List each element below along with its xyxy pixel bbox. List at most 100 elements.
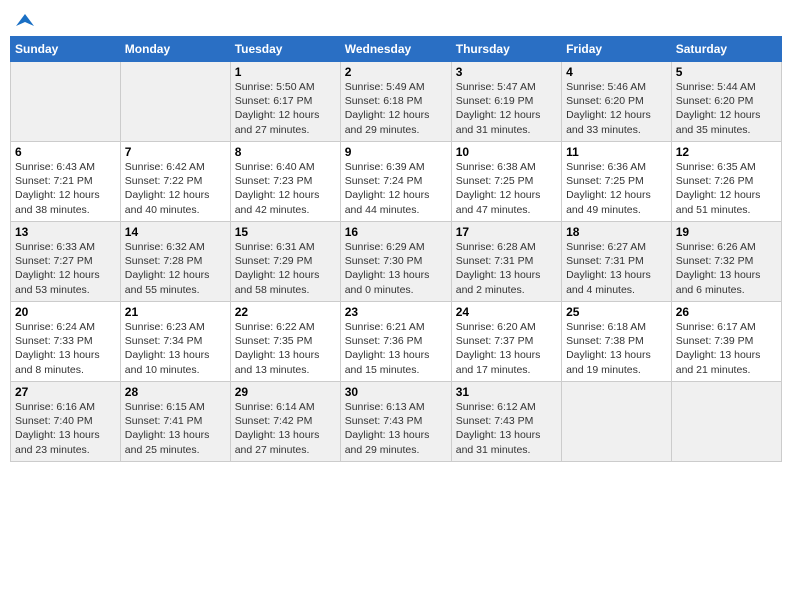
calendar-cell: 7Sunrise: 6:42 AM Sunset: 7:22 PM Daylig… — [120, 142, 230, 222]
day-info: Sunrise: 6:23 AM Sunset: 7:34 PM Dayligh… — [125, 320, 226, 377]
calendar-week-4: 20Sunrise: 6:24 AM Sunset: 7:33 PM Dayli… — [11, 302, 782, 382]
day-number: 2 — [345, 65, 447, 79]
calendar-cell: 16Sunrise: 6:29 AM Sunset: 7:30 PM Dayli… — [340, 222, 451, 302]
day-info: Sunrise: 6:42 AM Sunset: 7:22 PM Dayligh… — [125, 160, 226, 217]
day-info: Sunrise: 5:49 AM Sunset: 6:18 PM Dayligh… — [345, 80, 447, 137]
calendar-cell: 14Sunrise: 6:32 AM Sunset: 7:28 PM Dayli… — [120, 222, 230, 302]
logo-bird-icon — [16, 12, 34, 30]
calendar-cell: 17Sunrise: 6:28 AM Sunset: 7:31 PM Dayli… — [451, 222, 561, 302]
calendar-table: SundayMondayTuesdayWednesdayThursdayFrid… — [10, 36, 782, 462]
calendar-cell — [11, 62, 121, 142]
day-info: Sunrise: 6:12 AM Sunset: 7:43 PM Dayligh… — [456, 400, 557, 457]
calendar-cell: 11Sunrise: 6:36 AM Sunset: 7:25 PM Dayli… — [562, 142, 672, 222]
day-info: Sunrise: 6:21 AM Sunset: 7:36 PM Dayligh… — [345, 320, 447, 377]
calendar-cell: 27Sunrise: 6:16 AM Sunset: 7:40 PM Dayli… — [11, 382, 121, 462]
calendar-cell: 9Sunrise: 6:39 AM Sunset: 7:24 PM Daylig… — [340, 142, 451, 222]
calendar-cell: 6Sunrise: 6:43 AM Sunset: 7:21 PM Daylig… — [11, 142, 121, 222]
day-number: 12 — [676, 145, 777, 159]
day-info: Sunrise: 6:14 AM Sunset: 7:42 PM Dayligh… — [235, 400, 336, 457]
day-number: 25 — [566, 305, 667, 319]
header-monday: Monday — [120, 37, 230, 62]
day-number: 16 — [345, 225, 447, 239]
calendar-cell: 23Sunrise: 6:21 AM Sunset: 7:36 PM Dayli… — [340, 302, 451, 382]
day-info: Sunrise: 6:16 AM Sunset: 7:40 PM Dayligh… — [15, 400, 116, 457]
calendar-cell: 28Sunrise: 6:15 AM Sunset: 7:41 PM Dayli… — [120, 382, 230, 462]
calendar-cell: 19Sunrise: 6:26 AM Sunset: 7:32 PM Dayli… — [671, 222, 781, 302]
day-info: Sunrise: 6:29 AM Sunset: 7:30 PM Dayligh… — [345, 240, 447, 297]
calendar-cell: 18Sunrise: 6:27 AM Sunset: 7:31 PM Dayli… — [562, 222, 672, 302]
header-wednesday: Wednesday — [340, 37, 451, 62]
day-number: 14 — [125, 225, 226, 239]
day-info: Sunrise: 6:22 AM Sunset: 7:35 PM Dayligh… — [235, 320, 336, 377]
day-number: 21 — [125, 305, 226, 319]
calendar-cell: 30Sunrise: 6:13 AM Sunset: 7:43 PM Dayli… — [340, 382, 451, 462]
day-info: Sunrise: 6:13 AM Sunset: 7:43 PM Dayligh… — [345, 400, 447, 457]
header-saturday: Saturday — [671, 37, 781, 62]
calendar-week-2: 6Sunrise: 6:43 AM Sunset: 7:21 PM Daylig… — [11, 142, 782, 222]
day-number: 7 — [125, 145, 226, 159]
calendar-cell: 1Sunrise: 5:50 AM Sunset: 6:17 PM Daylig… — [230, 62, 340, 142]
day-number: 3 — [456, 65, 557, 79]
day-number: 6 — [15, 145, 116, 159]
day-number: 19 — [676, 225, 777, 239]
day-info: Sunrise: 6:33 AM Sunset: 7:27 PM Dayligh… — [15, 240, 116, 297]
day-info: Sunrise: 6:27 AM Sunset: 7:31 PM Dayligh… — [566, 240, 667, 297]
day-number: 17 — [456, 225, 557, 239]
day-number: 27 — [15, 385, 116, 399]
day-info: Sunrise: 5:50 AM Sunset: 6:17 PM Dayligh… — [235, 80, 336, 137]
day-number: 15 — [235, 225, 336, 239]
day-info: Sunrise: 6:36 AM Sunset: 7:25 PM Dayligh… — [566, 160, 667, 217]
day-number: 1 — [235, 65, 336, 79]
day-info: Sunrise: 5:47 AM Sunset: 6:19 PM Dayligh… — [456, 80, 557, 137]
calendar-cell: 4Sunrise: 5:46 AM Sunset: 6:20 PM Daylig… — [562, 62, 672, 142]
day-info: Sunrise: 6:31 AM Sunset: 7:29 PM Dayligh… — [235, 240, 336, 297]
calendar-cell: 29Sunrise: 6:14 AM Sunset: 7:42 PM Dayli… — [230, 382, 340, 462]
day-number: 13 — [15, 225, 116, 239]
calendar-cell: 8Sunrise: 6:40 AM Sunset: 7:23 PM Daylig… — [230, 142, 340, 222]
calendar-cell: 21Sunrise: 6:23 AM Sunset: 7:34 PM Dayli… — [120, 302, 230, 382]
calendar-cell: 3Sunrise: 5:47 AM Sunset: 6:19 PM Daylig… — [451, 62, 561, 142]
day-info: Sunrise: 6:17 AM Sunset: 7:39 PM Dayligh… — [676, 320, 777, 377]
header-tuesday: Tuesday — [230, 37, 340, 62]
page-header — [10, 10, 782, 30]
calendar-cell: 20Sunrise: 6:24 AM Sunset: 7:33 PM Dayli… — [11, 302, 121, 382]
day-info: Sunrise: 6:28 AM Sunset: 7:31 PM Dayligh… — [456, 240, 557, 297]
day-number: 31 — [456, 385, 557, 399]
calendar-cell: 2Sunrise: 5:49 AM Sunset: 6:18 PM Daylig… — [340, 62, 451, 142]
header-sunday: Sunday — [11, 37, 121, 62]
day-info: Sunrise: 6:20 AM Sunset: 7:37 PM Dayligh… — [456, 320, 557, 377]
calendar-cell — [562, 382, 672, 462]
day-info: Sunrise: 6:39 AM Sunset: 7:24 PM Dayligh… — [345, 160, 447, 217]
day-number: 26 — [676, 305, 777, 319]
calendar-cell: 26Sunrise: 6:17 AM Sunset: 7:39 PM Dayli… — [671, 302, 781, 382]
logo — [14, 14, 34, 30]
header-thursday: Thursday — [451, 37, 561, 62]
day-number: 28 — [125, 385, 226, 399]
day-number: 8 — [235, 145, 336, 159]
header-friday: Friday — [562, 37, 672, 62]
day-number: 5 — [676, 65, 777, 79]
day-info: Sunrise: 5:46 AM Sunset: 6:20 PM Dayligh… — [566, 80, 667, 137]
day-info: Sunrise: 6:38 AM Sunset: 7:25 PM Dayligh… — [456, 160, 557, 217]
calendar-week-3: 13Sunrise: 6:33 AM Sunset: 7:27 PM Dayli… — [11, 222, 782, 302]
day-number: 30 — [345, 385, 447, 399]
day-info: Sunrise: 5:44 AM Sunset: 6:20 PM Dayligh… — [676, 80, 777, 137]
day-number: 10 — [456, 145, 557, 159]
day-number: 18 — [566, 225, 667, 239]
calendar-week-1: 1Sunrise: 5:50 AM Sunset: 6:17 PM Daylig… — [11, 62, 782, 142]
calendar-cell: 10Sunrise: 6:38 AM Sunset: 7:25 PM Dayli… — [451, 142, 561, 222]
calendar-cell: 25Sunrise: 6:18 AM Sunset: 7:38 PM Dayli… — [562, 302, 672, 382]
day-number: 23 — [345, 305, 447, 319]
day-number: 24 — [456, 305, 557, 319]
calendar-cell — [671, 382, 781, 462]
day-info: Sunrise: 6:15 AM Sunset: 7:41 PM Dayligh… — [125, 400, 226, 457]
calendar-cell: 13Sunrise: 6:33 AM Sunset: 7:27 PM Dayli… — [11, 222, 121, 302]
calendar-cell: 24Sunrise: 6:20 AM Sunset: 7:37 PM Dayli… — [451, 302, 561, 382]
calendar-cell: 5Sunrise: 5:44 AM Sunset: 6:20 PM Daylig… — [671, 62, 781, 142]
calendar-cell: 31Sunrise: 6:12 AM Sunset: 7:43 PM Dayli… — [451, 382, 561, 462]
calendar-cell: 22Sunrise: 6:22 AM Sunset: 7:35 PM Dayli… — [230, 302, 340, 382]
day-number: 22 — [235, 305, 336, 319]
day-info: Sunrise: 6:35 AM Sunset: 7:26 PM Dayligh… — [676, 160, 777, 217]
day-number: 11 — [566, 145, 667, 159]
day-info: Sunrise: 6:24 AM Sunset: 7:33 PM Dayligh… — [15, 320, 116, 377]
